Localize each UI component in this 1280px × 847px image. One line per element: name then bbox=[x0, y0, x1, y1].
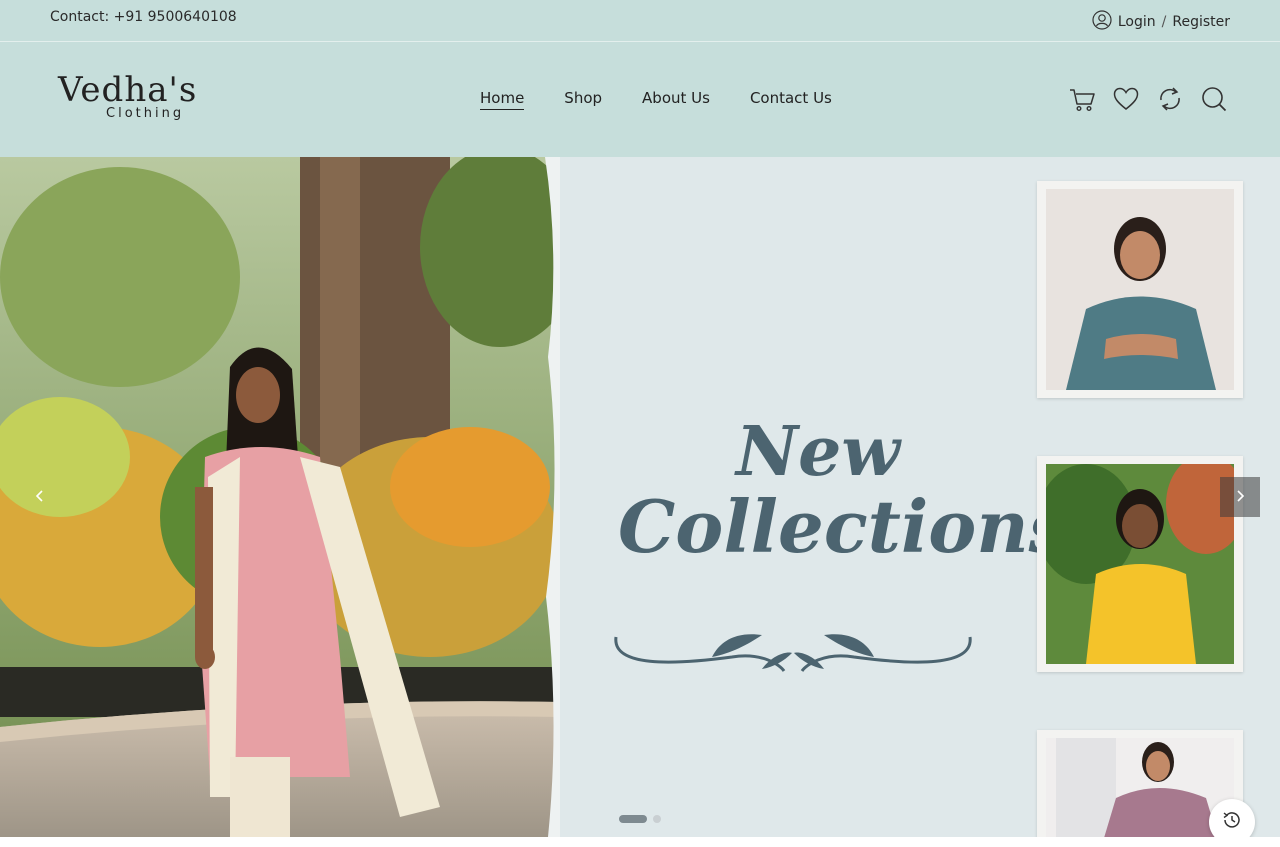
header-actions bbox=[1068, 85, 1228, 113]
chevron-right-icon bbox=[1233, 488, 1247, 507]
nav-contact-us[interactable]: Contact Us bbox=[750, 89, 832, 110]
product-photo-blue-kurta bbox=[1046, 189, 1234, 390]
contact-phone: Contact: +91 9500640108 bbox=[50, 9, 237, 25]
cart-icon[interactable] bbox=[1068, 85, 1096, 113]
hero-title-line2: Collections bbox=[618, 484, 1070, 569]
history-button[interactable] bbox=[1209, 799, 1255, 837]
prev-slide-button[interactable] bbox=[20, 477, 60, 517]
polaroid-1 bbox=[1037, 181, 1243, 398]
next-slide-button[interactable] bbox=[1220, 477, 1260, 517]
history-icon bbox=[1221, 809, 1243, 835]
heart-icon[interactable] bbox=[1112, 85, 1140, 113]
slider-pagination bbox=[619, 815, 661, 823]
hero-title: New Collections bbox=[618, 412, 1070, 569]
logo[interactable]: Vedha's Clothing bbox=[58, 72, 208, 128]
chevron-left-icon bbox=[33, 488, 47, 507]
flourish-ornament bbox=[614, 634, 972, 672]
product-photo-mauve-kurta bbox=[1046, 738, 1234, 837]
slide-dot-1[interactable] bbox=[619, 815, 647, 823]
product-photo-yellow-dress bbox=[1046, 464, 1234, 664]
nav-home[interactable]: Home bbox=[480, 89, 525, 110]
hero-slider: New Collections bbox=[0, 157, 1280, 837]
login-separator: / bbox=[1161, 14, 1167, 30]
search-icon[interactable] bbox=[1200, 85, 1228, 113]
main-nav: Home Shop About Us Contact Us bbox=[480, 89, 832, 110]
main-header: Vedha's Clothing Home Shop About Us Cont… bbox=[0, 42, 1280, 157]
nav-about-us[interactable]: About Us bbox=[642, 89, 710, 110]
login-link[interactable]: Login bbox=[1118, 14, 1156, 30]
logo-brand: Vedha's bbox=[58, 70, 198, 110]
compare-icon[interactable] bbox=[1156, 85, 1184, 113]
hero-title-line1: New bbox=[736, 412, 900, 492]
polaroid-2 bbox=[1037, 456, 1243, 672]
top-bar: Contact: +91 9500640108 Login / Register bbox=[0, 0, 1280, 42]
slide-dot-2[interactable] bbox=[653, 815, 661, 823]
hero-model-photo bbox=[0, 157, 560, 837]
nav-shop[interactable]: Shop bbox=[564, 89, 602, 110]
user-icon[interactable] bbox=[1092, 10, 1112, 34]
account-links: Login / Register bbox=[1092, 10, 1230, 34]
register-link[interactable]: Register bbox=[1172, 14, 1230, 30]
